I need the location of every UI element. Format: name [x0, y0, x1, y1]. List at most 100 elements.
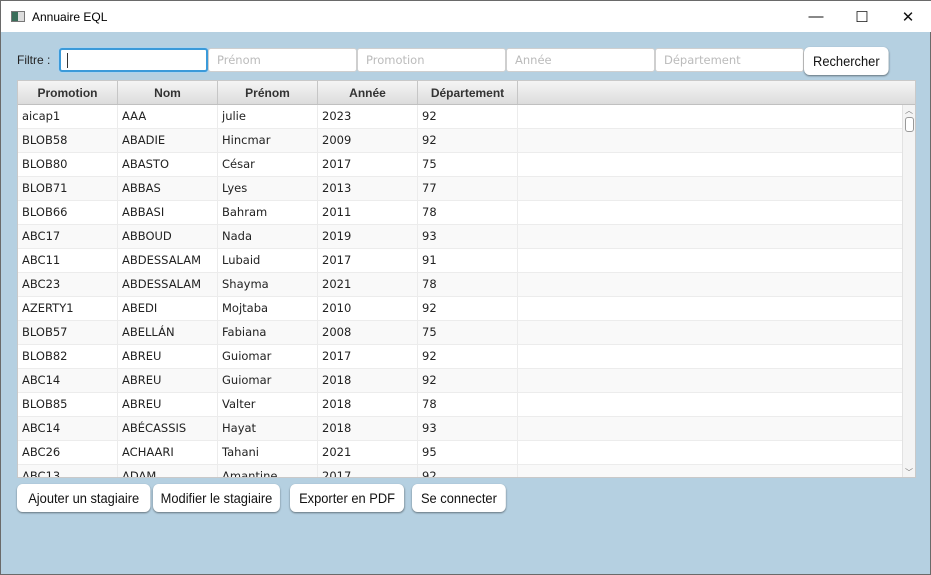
table-cell: ABDESSALAM [118, 249, 218, 272]
table-cell: Hincmar [218, 129, 318, 152]
close-button[interactable]: ✕ [885, 1, 931, 32]
table-cell: Shayma [218, 273, 318, 296]
promotion-filter-input[interactable]: Promotion [357, 48, 506, 72]
table-cell: BLOB58 [18, 129, 118, 152]
search-button[interactable]: Rechercher [804, 47, 889, 75]
add-stagiaire-button[interactable]: Ajouter un stagiaire [17, 484, 151, 512]
scroll-down-icon[interactable]: ﹀ [903, 467, 915, 477]
table-cell: ABC17 [18, 225, 118, 248]
table-cell: ACHAARI [118, 441, 218, 464]
table-cell: 92 [418, 345, 518, 368]
table-cell: ABREU [118, 393, 218, 416]
table-cell: ABC14 [18, 369, 118, 392]
annee-filter-input[interactable]: Année [506, 48, 655, 72]
departement-filter-input[interactable]: Département [655, 48, 804, 72]
table-cell: BLOB82 [18, 345, 118, 368]
prenom-filter-input[interactable]: Prénom [208, 48, 357, 72]
table-cell: ABELLÁN [118, 321, 218, 344]
table-cell: 92 [418, 105, 518, 128]
column-header[interactable]: Département [418, 81, 518, 104]
nom-filter-input[interactable] [59, 48, 208, 72]
table-row[interactable]: BLOB71 ABBAS Lyes 2013 77 [18, 177, 904, 201]
table-cell: 2011 [318, 201, 418, 224]
table-row[interactable]: aicap1 AAA julie 2023 92 [18, 105, 904, 129]
table-cell: Amantine [218, 465, 318, 477]
table-cell: 2021 [318, 441, 418, 464]
table-cell: ABBASI [118, 201, 218, 224]
filter-label: Filtre : [17, 53, 51, 67]
table-cell: Guiomar [218, 369, 318, 392]
table-cell: ABBAS [118, 177, 218, 200]
table-body: aicap1 AAA julie 2023 92 BLOB58 ABADIE Hincmar 2… [18, 105, 904, 477]
window-title: Annuaire EQL [32, 9, 108, 24]
table-cell: 78 [418, 201, 518, 224]
table-cell: ABADIE [118, 129, 218, 152]
table-cell: 78 [418, 273, 518, 296]
table-row[interactable]: BLOB85 ABREU Valter 2018 78 [18, 393, 904, 417]
column-header[interactable]: Nom [118, 81, 218, 104]
table-cell: Lyes [218, 177, 318, 200]
table-cell: ABREU [118, 345, 218, 368]
maximize-button[interactable]: ☐ [839, 1, 885, 32]
table-header: Promotion Nom Prénom Année Département [18, 81, 915, 105]
table-cell: AAA [118, 105, 218, 128]
table-cell: 2017 [318, 249, 418, 272]
table-row[interactable]: BLOB66 ABBASI Bahram 2011 78 [18, 201, 904, 225]
table-cell: 75 [418, 321, 518, 344]
table-cell: ABC26 [18, 441, 118, 464]
table-cell: 93 [418, 417, 518, 440]
column-header[interactable]: Promotion [18, 81, 118, 104]
table-cell: 93 [418, 225, 518, 248]
table-row[interactable]: BLOB82 ABREU Guiomar 2017 92 [18, 345, 904, 369]
app-icon [11, 11, 25, 22]
table-row[interactable]: ABC14 ABREU Guiomar 2018 92 [18, 369, 904, 393]
table-cell: BLOB71 [18, 177, 118, 200]
table-cell: Lubaid [218, 249, 318, 272]
column-header[interactable]: Année [318, 81, 418, 104]
table-row[interactable]: ABC23 ABDESSALAM Shayma 2021 78 [18, 273, 904, 297]
table-cell: BLOB85 [18, 393, 118, 416]
table-cell: 2018 [318, 369, 418, 392]
table-cell: Valter [218, 393, 318, 416]
table-row[interactable]: BLOB80 ABASTO César 2017 75 [18, 153, 904, 177]
table-cell: 2023 [318, 105, 418, 128]
stagiaires-table[interactable]: Promotion Nom Prénom Année Département aicap… [17, 80, 916, 478]
export-pdf-button[interactable]: Exporter en PDF [290, 484, 405, 512]
table-cell: Bahram [218, 201, 318, 224]
table-cell: AZERTY1 [18, 297, 118, 320]
table-row[interactable]: AZERTY1 ABEDI Mojtaba 2010 92 [18, 297, 904, 321]
table-cell: ADAM [118, 465, 218, 477]
table-row[interactable]: ABC17 ABBOUD Nada 2019 93 [18, 225, 904, 249]
table-row[interactable]: ABC13 ADAM Amantine 2017 92 [18, 465, 904, 477]
table-cell: ABREU [118, 369, 218, 392]
edit-stagiaire-button[interactable]: Modifier le stagiaire [153, 484, 280, 512]
table-cell: Guiomar [218, 345, 318, 368]
minimize-button[interactable]: — [793, 1, 839, 32]
table-cell: 92 [418, 129, 518, 152]
login-button[interactable]: Se connecter [412, 484, 506, 512]
table-cell: 91 [418, 249, 518, 272]
table-row[interactable]: ABC14 ABÉCASSIS Hayat 2018 93 [18, 417, 904, 441]
table-cell: ABDESSALAM [118, 273, 218, 296]
table-row[interactable]: BLOB58 ABADIE Hincmar 2009 92 [18, 129, 904, 153]
table-cell: ABC13 [18, 465, 118, 477]
table-cell: ABASTO [118, 153, 218, 176]
table-row[interactable]: BLOB57 ABELLÁN Fabiana 2008 75 [18, 321, 904, 345]
table-cell: ABC11 [18, 249, 118, 272]
table-row[interactable]: ABC11 ABDESSALAM Lubaid 2017 91 [18, 249, 904, 273]
table-cell: 2008 [318, 321, 418, 344]
table-row[interactable]: ABC26 ACHAARI Tahani 2021 95 [18, 441, 904, 465]
table-cell: Fabiana [218, 321, 318, 344]
column-header[interactable]: Prénom [218, 81, 318, 104]
table-cell: Nada [218, 225, 318, 248]
scrollbar-thumb[interactable] [905, 117, 914, 132]
table-cell: 2018 [318, 393, 418, 416]
table-cell: Mojtaba [218, 297, 318, 320]
vertical-scrollbar[interactable]: ︿ ﹀ [902, 105, 915, 477]
scroll-up-icon[interactable]: ︿ [903, 105, 915, 116]
table-cell: ABC14 [18, 417, 118, 440]
table-cell: 77 [418, 177, 518, 200]
title-bar: Annuaire EQL — ☐ ✕ [1, 1, 931, 32]
table-cell: ABEDI [118, 297, 218, 320]
table-cell: 2021 [318, 273, 418, 296]
